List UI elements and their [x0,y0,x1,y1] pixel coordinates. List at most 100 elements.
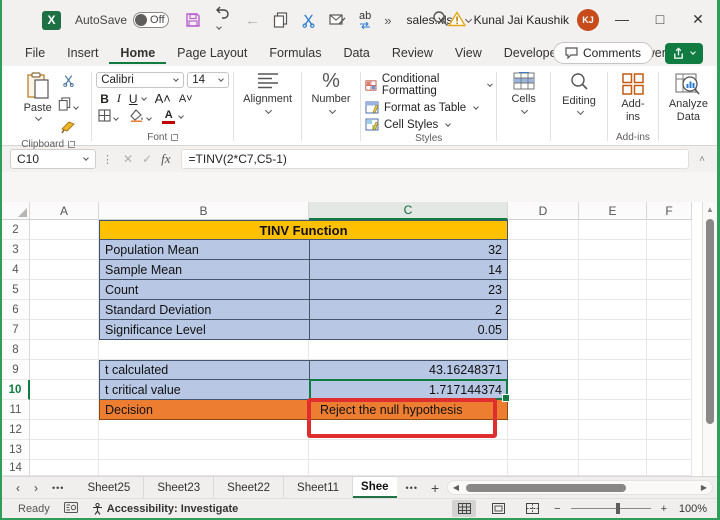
sheet-tab-sheet25[interactable]: Sheet25 [74,477,144,498]
cell-b9[interactable]: t calculated [99,360,309,380]
format-painter-icon[interactable] [61,121,75,139]
cell-b7[interactable]: Significance Level [99,320,309,340]
row-header[interactable]: 6 [2,300,30,320]
cell-b10[interactable]: t critical value [99,380,309,400]
scroll-right-icon[interactable]: ▶ [696,483,712,492]
cell[interactable] [579,360,647,380]
expand-formula-bar-icon[interactable]: ˄ [695,154,709,165]
cell[interactable] [647,280,692,300]
copy-icon[interactable] [273,12,288,28]
qat-overflow-icon[interactable]: » [384,13,392,28]
tab-insert[interactable]: Insert [56,42,109,64]
cell[interactable] [30,340,99,360]
cell[interactable] [99,460,309,476]
paste-button[interactable]: Paste [18,70,58,124]
font-name-select[interactable]: Calibri [96,72,184,88]
cell[interactable] [579,320,647,340]
cell[interactable] [647,240,692,260]
cell[interactable] [30,260,99,280]
cell[interactable] [647,320,692,340]
vertical-scrollbar[interactable]: ▲ [702,202,717,476]
editing-group-button[interactable]: Editing [552,68,606,145]
row-header[interactable]: 12 [2,420,30,440]
formula-bar-drag-handle[interactable]: ⋮ [102,153,113,166]
cell[interactable] [309,340,508,360]
select-all-corner[interactable] [2,202,30,220]
normal-view-icon[interactable] [452,500,476,517]
row-header[interactable]: 4 [2,260,30,280]
undo-icon[interactable] [214,6,232,34]
cell[interactable] [30,320,99,340]
tab-file[interactable]: File [14,42,56,64]
cell[interactable] [30,240,99,260]
cell-c11[interactable]: Reject the null hypothesis [309,400,508,420]
cell[interactable] [579,380,647,400]
scroll-left-icon[interactable]: ◀ [448,483,464,492]
sheet-tab-sheet22[interactable]: Sheet22 [214,477,284,498]
borders-icon[interactable] [98,109,119,125]
sheet-list-icon[interactable]: ••• [52,483,64,493]
insert-function-icon[interactable]: fx [161,151,170,167]
cell-b6[interactable]: Standard Deviation [99,300,309,320]
sheet-tab-sheet11[interactable]: Sheet11 [284,477,353,498]
column-header-a[interactable]: A [30,202,99,220]
cell-c4[interactable]: 14 [309,260,508,280]
close-button[interactable]: ✕ [679,0,717,38]
add-ins-button[interactable]: Add-ins [612,70,654,125]
bold-button[interactable]: B [100,92,109,106]
more-sheets-icon[interactable]: ••• [406,483,418,493]
sheet-tab-sheet23[interactable]: Sheet23 [144,477,214,498]
cell-b5[interactable]: Count [99,280,309,300]
cell[interactable] [508,260,579,280]
cell[interactable] [99,440,309,460]
cell[interactable] [647,380,692,400]
email-icon[interactable] [329,13,346,27]
cell[interactable] [579,300,647,320]
analyze-data-button[interactable]: AnalyzeData [663,70,714,125]
column-header-f[interactable]: F [647,202,692,220]
tab-view[interactable]: View [444,42,493,64]
cell[interactable] [508,320,579,340]
accessibility-status[interactable]: Accessibility: Investigate [92,503,238,515]
cell[interactable] [508,360,579,380]
cell[interactable] [508,380,579,400]
cell[interactable] [647,220,692,240]
cell[interactable] [647,440,692,460]
cell[interactable] [647,420,692,440]
scroll-up-icon[interactable]: ▲ [703,202,717,217]
cell[interactable] [508,460,579,476]
cell[interactable] [30,460,99,476]
autosave-toggle[interactable]: AutoSave Off [75,12,169,28]
tab-data[interactable]: Data [332,42,380,64]
macro-record-icon[interactable] [64,502,78,516]
page-layout-view-icon[interactable] [486,500,510,517]
tab-page-layout[interactable]: Page Layout [166,42,258,64]
prev-sheet-icon[interactable]: ‹ [16,481,20,495]
cell-c7[interactable]: 0.05 [309,320,508,340]
cell[interactable] [99,420,309,440]
cell-b2-title[interactable]: TINV Function [99,220,508,240]
find-replace-icon[interactable]: ab [359,11,371,29]
increase-font-button[interactable]: A˄ [155,91,171,106]
cell[interactable] [30,420,99,440]
cell-c5[interactable]: 23 [309,280,508,300]
format-as-table-button[interactable]: Format as Table [365,101,493,114]
conditional-formatting-button[interactable]: Conditional Formatting [365,73,493,97]
cell[interactable] [30,280,99,300]
search-icon[interactable] [432,10,449,30]
warning-icon[interactable] [448,11,466,30]
cell[interactable] [30,400,99,420]
copy-icon[interactable] [58,97,79,116]
cell-b11[interactable]: Decision [99,400,309,420]
cell[interactable] [579,440,647,460]
row-header-selected[interactable]: 10 [2,380,30,400]
cell[interactable] [508,440,579,460]
decrease-font-button[interactable]: A˅ [179,93,193,105]
cell[interactable] [508,420,579,440]
cell[interactable] [30,220,99,240]
row-header[interactable]: 11 [2,400,30,420]
maximize-button[interactable]: □ [641,0,679,38]
clipboard-dialog-launcher-icon[interactable] [68,141,75,148]
cell[interactable] [309,420,508,440]
excel-app-icon[interactable]: X [42,11,61,30]
